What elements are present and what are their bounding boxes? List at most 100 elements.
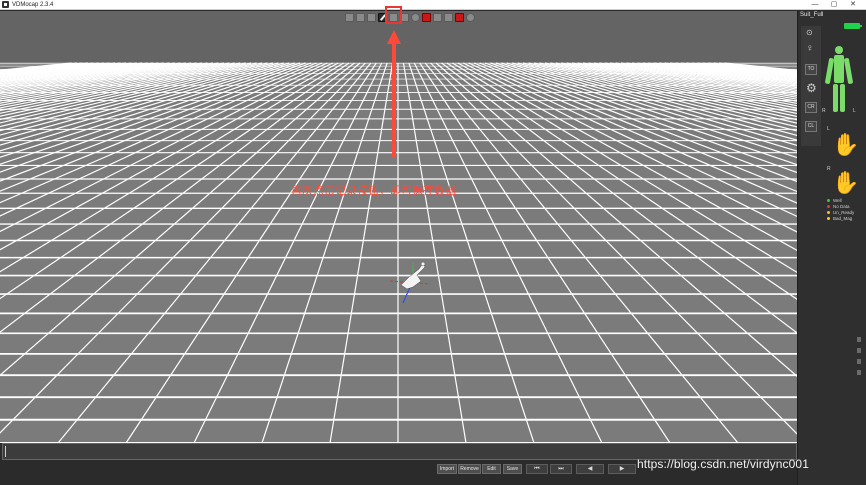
scroll-marker[interactable] — [857, 370, 861, 375]
target-icon[interactable] — [411, 12, 420, 22]
to-button[interactable]: TO — [805, 64, 817, 75]
grid-line — [0, 62, 344, 273]
watermark: https://blog.csdn.net/virdync001 — [637, 457, 809, 471]
step-back-button[interactable]: ◀ — [576, 464, 604, 474]
record-button-highlight — [385, 6, 402, 24]
grid-line — [490, 62, 797, 174]
grid-line — [626, 62, 797, 89]
grid-line — [566, 62, 797, 109]
remove-button[interactable]: Remove — [458, 464, 481, 474]
legend-item: Bad_Mag — [827, 215, 854, 221]
grid-line — [0, 62, 159, 86]
status-legend: Well No Data Un_Ready Bad_Mag — [827, 197, 854, 221]
grid-line — [724, 62, 797, 71]
grid-line — [446, 62, 797, 300]
scroll-marker[interactable] — [857, 359, 861, 364]
right-panel: Suit_Full ⊙ ♀ TO ⚙ CR CL R L L ✋ R ✋ Wel… — [797, 11, 866, 485]
body-left-label: L — [853, 108, 856, 114]
grid-line — [0, 62, 361, 377]
legend-nodata-dot — [827, 204, 830, 208]
grid-line — [528, 62, 797, 132]
playback-icon[interactable] — [356, 12, 365, 22]
grid-line — [664, 62, 797, 81]
grid-line — [452, 62, 797, 274]
app-title: VDMocap 2.3.4 — [12, 2, 54, 8]
skip-start-button[interactable]: ⏮ — [526, 464, 548, 474]
legend-label: Un_Ready — [833, 209, 855, 215]
grid-line — [0, 62, 301, 165]
right-hand-icon: ✋ — [832, 170, 860, 195]
character-model — [389, 261, 431, 304]
right-leg-bone — [840, 84, 845, 112]
body-icon[interactable]: ♀ — [806, 44, 814, 54]
grid-line — [0, 62, 214, 102]
grid-line — [419, 62, 671, 443]
right-arm-bone — [843, 57, 854, 85]
stop-icon[interactable] — [455, 12, 464, 22]
grid-line — [413, 62, 603, 443]
grid-line — [0, 62, 132, 80]
stop-icon[interactable] — [422, 12, 431, 22]
playback-icon[interactable] — [367, 12, 376, 22]
head-joint — [835, 46, 843, 54]
annotation-arrow — [387, 30, 401, 158]
app-icon — [2, 1, 9, 8]
grid-line — [0, 62, 333, 233]
scroll-marker[interactable] — [857, 348, 861, 353]
side-toolbar: ⊙ ♀ TO ⚙ CR CL — [801, 26, 821, 146]
left-hand-icon: ✋ — [832, 132, 860, 157]
grid-line — [0, 62, 268, 132]
left-leg-bone — [833, 84, 838, 112]
close-button[interactable]: ✕ — [846, 0, 860, 10]
grid-line — [0, 62, 317, 192]
playback-icon[interactable] — [433, 12, 442, 22]
maximize-button[interactable]: ▢ — [827, 0, 841, 10]
cr-button[interactable]: CR — [805, 102, 817, 113]
grid-line — [125, 62, 377, 443]
playback-icon[interactable] — [444, 12, 453, 22]
grid-line — [544, 62, 797, 121]
cl-button[interactable]: CL — [805, 121, 817, 132]
body-right-label: R — [822, 108, 826, 114]
edit-button[interactable]: Edit — [482, 464, 501, 474]
grid-line — [539, 62, 797, 124]
gear-icon[interactable]: ⚙ — [806, 82, 817, 94]
legend-label: Bad_Mag — [833, 215, 853, 221]
help-icon[interactable] — [466, 12, 475, 22]
suit-label: Suit_Full — [800, 12, 824, 18]
grid-line — [686, 62, 797, 77]
grid-line — [0, 62, 246, 117]
grid-line — [193, 62, 383, 443]
import-button[interactable]: Import — [437, 464, 457, 474]
grid-line — [0, 62, 127, 79]
scroll-markers — [857, 337, 861, 381]
legend-unready-dot — [827, 210, 830, 214]
skip-end-button[interactable]: ⏭ — [550, 464, 572, 474]
grid-line — [435, 62, 797, 377]
minimize-button[interactable]: — — [808, 0, 822, 10]
grid-line — [0, 62, 252, 121]
legend-label: No Data — [833, 203, 850, 209]
grid-line — [0, 62, 165, 87]
legend-badmag-dot — [827, 216, 830, 220]
grid-line — [550, 62, 797, 118]
glasses-icon[interactable]: ⊙ — [806, 28, 813, 38]
legend-well-dot — [827, 198, 830, 202]
right-hand-label: R — [827, 166, 831, 172]
toolbar — [345, 11, 475, 23]
grid-line — [631, 62, 797, 87]
timeline-cursor[interactable] — [5, 446, 6, 457]
scroll-marker[interactable] — [857, 337, 861, 342]
left-arm-bone — [824, 57, 835, 85]
annotation-text: 再次点击记录按钮，即可保存数据 — [291, 185, 456, 197]
play-button[interactable]: ▶ — [608, 464, 636, 474]
legend-label: Well — [833, 197, 842, 203]
grid-line — [637, 62, 797, 86]
grid-line — [0, 62, 219, 104]
torso-bone — [834, 55, 844, 83]
save-button[interactable]: Save — [503, 464, 522, 474]
grid-line — [0, 62, 257, 124]
playback-icon[interactable] — [345, 12, 354, 22]
grid-line — [463, 62, 797, 233]
left-hand-label: L — [827, 126, 830, 132]
